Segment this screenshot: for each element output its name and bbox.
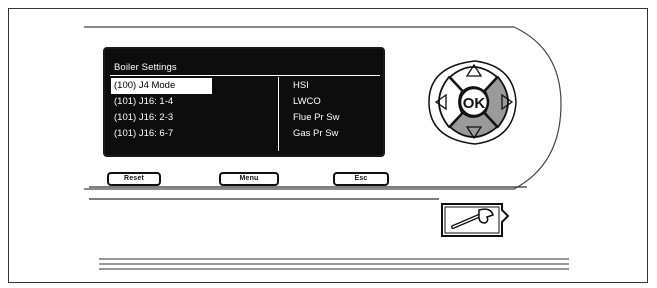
- parameter-value: Gas Pr Sw: [293, 128, 339, 139]
- nav-pad: OK: [428, 60, 517, 145]
- ok-key-label: OK: [463, 95, 486, 112]
- parameter-value: LWCO: [293, 96, 321, 107]
- menu-button[interactable]: Menu: [219, 172, 279, 186]
- value-list: HSI LWCO Flue Pr Sw Gas Pr Sw: [290, 78, 380, 142]
- parameter-value: Flue Pr Sw: [293, 112, 340, 123]
- parameter-list: (100) J4 Mode (101) J16: 1-4 (101) J16: …: [111, 78, 276, 142]
- parameter-item[interactable]: (101) J16: 1-4: [111, 94, 276, 110]
- control-panel-figure: OK Boiler Settings (100) J4 Mode (101) J…: [8, 8, 648, 283]
- parameter-item[interactable]: (101) J16: 2-3: [111, 110, 276, 126]
- parameter-value: HSI: [293, 80, 309, 91]
- esc-button[interactable]: Esc: [333, 172, 389, 186]
- column-divider: [278, 77, 279, 151]
- service-button[interactable]: [441, 203, 510, 237]
- parameter-item[interactable]: (101) J16: 6-7: [111, 126, 276, 142]
- screen-title: Boiler Settings: [114, 62, 177, 73]
- lcd-display: Boiler Settings (100) J4 Mode (101) J16:…: [103, 47, 385, 157]
- reset-button[interactable]: Reset: [107, 172, 161, 186]
- parameter-item[interactable]: (100) J4 Mode: [111, 78, 212, 94]
- title-divider: [110, 75, 380, 76]
